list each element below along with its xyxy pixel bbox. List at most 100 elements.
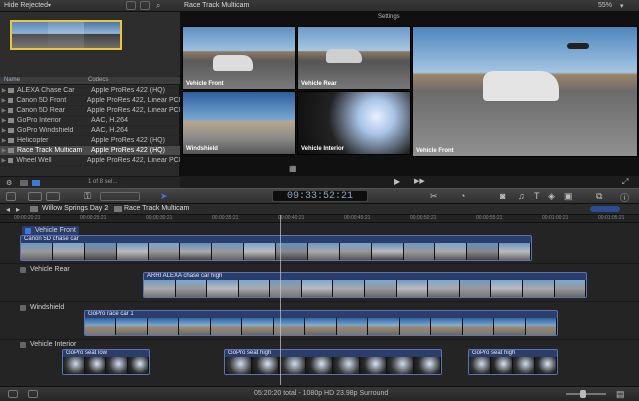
chevron-down-icon[interactable]: ▾ <box>48 2 51 9</box>
camera-icon[interactable]: ◙ <box>500 191 505 201</box>
zoom-level[interactable]: 55% <box>598 2 612 9</box>
disclosure-triangle-icon[interactable]: ▶ <box>0 127 8 134</box>
lane-header-vehicle-interior[interactable]: Vehicle Interior <box>20 340 76 349</box>
disclosure-triangle-icon[interactable]: ▶ <box>0 147 8 154</box>
clip-canon-5d-chase-car[interactable]: Canon 5D chase car <box>20 235 532 261</box>
search-icon[interactable]: ⌕ <box>156 1 160 11</box>
angle-windshield[interactable]: Windshield <box>182 91 296 155</box>
lane-header-windshield[interactable]: Windshield <box>20 303 64 312</box>
clip-arri-alexa-chase-car-high[interactable]: ARRI ALEXA chase car high <box>143 272 587 298</box>
view-options-icon[interactable]: ▾ <box>620 2 624 10</box>
main-viewer-image[interactable]: Vehicle Front <box>412 26 638 157</box>
breadcrumb-project[interactable]: Willow Springs Day 2 <box>42 205 108 212</box>
angle-vehicle-interior[interactable]: Vehicle Interior <box>297 91 411 155</box>
clip-icon <box>7 98 14 103</box>
back-arrow-icon[interactable]: ◂ <box>6 205 10 214</box>
viewer-title: Race Track Multicam <box>184 2 250 9</box>
select-tool-icon[interactable]: ➤ <box>160 191 168 202</box>
breadcrumb-clip[interactable]: Race Track Multicam <box>124 205 189 212</box>
video-audio-icon[interactable] <box>20 341 26 348</box>
playhead[interactable] <box>280 215 281 385</box>
inspector-icon[interactable]: ⓘ <box>620 191 629 204</box>
angle-settings-button[interactable]: Settings <box>378 14 400 20</box>
clip-thumbnails <box>21 243 531 260</box>
car-shape <box>213 55 253 71</box>
keyword-icon[interactable]: ⚿ <box>84 191 91 202</box>
video-audio-icon[interactable] <box>25 227 31 234</box>
list-item[interactable]: ▶ Helicopter Apple ProRes 422 (HQ) <box>0 136 180 146</box>
multicam-icon <box>8 148 14 153</box>
car-shape <box>483 71 559 101</box>
list-item[interactable]: ▶ ALEXA Chase Car Apple ProRes 422 (HQ) <box>0 86 180 96</box>
angle-vehicle-front[interactable]: Vehicle Front <box>182 26 296 90</box>
blade-tool-icon[interactable]: ✂ <box>430 191 438 202</box>
list-item[interactable]: ▶ Canon 5D Rear Apple ProRes 422, Linear P… <box>0 106 180 116</box>
video-audio-icon[interactable] <box>20 304 26 311</box>
zoom-slider[interactable] <box>566 393 606 395</box>
disclosure-triangle-icon[interactable]: ▶ <box>0 157 8 164</box>
transitions-icon[interactable]: ⧉ <box>596 191 602 202</box>
list-view-toggle-icon[interactable] <box>32 180 40 186</box>
edit-buttons[interactable] <box>100 192 140 201</box>
disclosure-triangle-icon[interactable]: ▶ <box>0 87 8 94</box>
music-icon[interactable]: ♫ <box>518 191 525 201</box>
speedometer-icon[interactable]: ◔ <box>460 191 465 201</box>
clip-icon <box>7 158 14 163</box>
timeline-canvas[interactable]: Vehicle Front Canon 5D chase car Vehicle… <box>0 223 639 386</box>
list-item-selected[interactable]: ▶ Race Track Multicam Apple ProRes 422 (HQ… <box>0 146 180 156</box>
clip-gopro-seat-high[interactable]: GoPro seat high <box>468 349 558 375</box>
background-tasks-icon[interactable] <box>28 390 38 398</box>
clip-gopro-seat-low[interactable]: GoPro seat low <box>62 349 150 375</box>
event-library-icon[interactable] <box>28 192 42 201</box>
disclosure-triangle-icon[interactable]: ▶ <box>0 137 8 144</box>
clip-thumbnails <box>63 357 149 374</box>
skimming-toggles[interactable] <box>590 206 620 212</box>
audio-meter-icon[interactable] <box>8 390 18 398</box>
clip-appearance-icon[interactable] <box>126 1 136 10</box>
lane-header-vehicle-rear[interactable]: Vehicle Rear <box>20 265 70 274</box>
breadcrumb-separator-icon: › <box>106 205 109 212</box>
lane-divider <box>0 263 639 264</box>
timeline-ruler[interactable]: 00:00:20:21 00:00:25:21 00:00:30:21 00:0… <box>0 215 639 223</box>
list-item[interactable]: ▶ GoPro Windshield AAC, H.264 <box>0 126 180 136</box>
gear-icon[interactable]: ⚙ <box>6 179 12 187</box>
disclosure-triangle-icon[interactable]: ▶ <box>0 97 8 104</box>
filter-dropdown[interactable]: Hide Rejected <box>4 2 48 9</box>
play-button[interactable]: ▶ <box>394 177 400 186</box>
helicopter-shape <box>567 43 589 49</box>
angle-grid-icon[interactable]: ▦ <box>289 164 297 173</box>
zoom-slider-thumb[interactable] <box>580 390 586 398</box>
text-icon[interactable]: T <box>534 191 540 201</box>
fullscreen-icon[interactable]: ⤢ <box>622 177 628 187</box>
timeline-header: ◂ ▸ Willow Springs Day 2 › Race Track Mu… <box>0 204 639 215</box>
skip-forward-icon[interactable]: ▶▶ <box>414 177 425 185</box>
disclosure-triangle-icon[interactable]: ▶ <box>0 117 8 124</box>
viewer-footer: ▶ ▶▶ ⤢ <box>180 176 639 188</box>
list-view-icon[interactable] <box>140 1 150 10</box>
timecode-display[interactable]: 09:33:52:21 <box>272 190 368 202</box>
lane-header-vehicle-front[interactable]: Vehicle Front <box>22 226 79 235</box>
car-shape <box>326 49 362 63</box>
list-item[interactable]: ▶ Wheel Well Apple ProRes 422, Linear PCM <box>0 156 180 166</box>
forward-arrow-icon[interactable]: ▸ <box>16 205 20 214</box>
selected-clip-filmstrip[interactable] <box>10 20 122 50</box>
list-item[interactable]: ▶ GoPro Interior AAC, H.264 <box>0 116 180 126</box>
name-column-header[interactable]: Name <box>4 77 20 83</box>
import-icon[interactable] <box>6 192 16 201</box>
project-icon <box>30 206 38 212</box>
generators-icon[interactable]: ◈ <box>548 191 555 202</box>
clip-appearance-icon[interactable]: ▤ <box>616 389 625 400</box>
clip-icon <box>8 128 14 133</box>
video-audio-icon[interactable] <box>20 266 26 273</box>
list-header: Name Codecs <box>0 77 180 85</box>
clip-gopro-seat-high[interactable]: GoPro seat high <box>224 349 442 375</box>
clip-gopro-race-car-1[interactable]: GoPro race car 1 <box>84 310 558 336</box>
list-item[interactable]: ▶ Canon 5D Front Apple ProRes 422, Linear … <box>0 96 180 106</box>
themes-icon[interactable]: ▣ <box>564 191 573 202</box>
project-library-icon[interactable] <box>46 192 60 201</box>
clip-thumbnails <box>469 357 557 374</box>
codecs-column-header[interactable]: Codecs <box>88 77 108 83</box>
disclosure-triangle-icon[interactable]: ▶ <box>0 107 8 114</box>
filmstrip-view-icon[interactable] <box>20 180 28 186</box>
angle-vehicle-rear[interactable]: Vehicle Rear <box>297 26 411 90</box>
